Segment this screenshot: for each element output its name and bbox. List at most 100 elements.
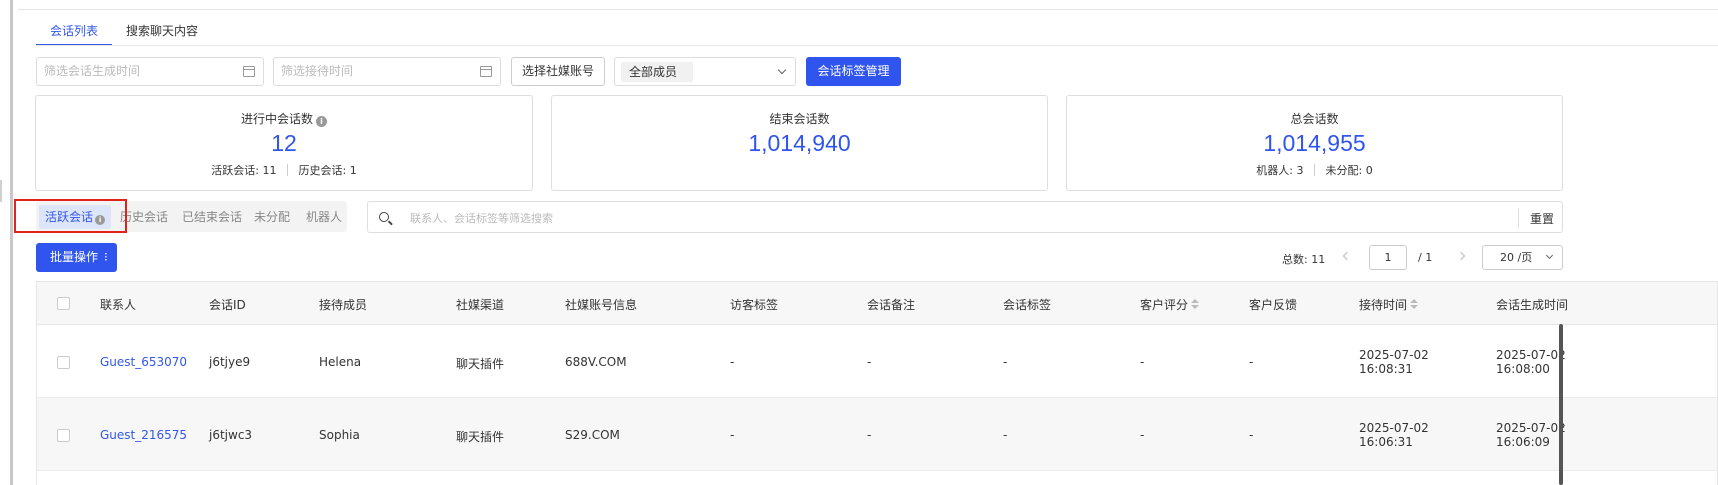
member-select[interactable]: 全部成员 — [614, 57, 796, 86]
chevron-down-icon — [777, 65, 787, 75]
next-page-icon[interactable] — [1456, 251, 1466, 261]
total-title: 总会话数 — [1290, 112, 1339, 126]
tab-session-list[interactable]: 会话列表 — [36, 18, 113, 46]
reception-time-placeholder: 筛选接待时间 — [281, 64, 354, 78]
ended-value: 1,014,940 — [748, 130, 851, 156]
total-stat-card: 总会话数 1,014,955 机器人: 3 未分配: 0 — [1066, 95, 1563, 191]
active-value: 11 — [262, 164, 277, 177]
feedback: - — [1249, 355, 1254, 369]
pagination-total: 总数: 11 — [1282, 251, 1325, 267]
col-visitor-tag: 访客标签 — [730, 298, 779, 312]
batch-action-button[interactable]: 批量操作 ⁝ — [36, 243, 117, 272]
note: - — [867, 428, 872, 442]
page-size-select[interactable]: 20 /页 — [1482, 245, 1563, 270]
robot-label: 机器人: — [1256, 164, 1293, 177]
col-reception-time[interactable]: 接待时间 — [1359, 296, 1419, 313]
reception-clock: 16:06:31 — [1359, 435, 1413, 449]
table-row[interactable]: Guest_216575 j6tjwc3 Sophia 聊天插件 S29.COM… — [37, 398, 1717, 471]
top-divider — [18, 9, 1718, 10]
col-feedback: 客户反馈 — [1249, 298, 1298, 312]
unassigned-label: 未分配: — [1325, 164, 1363, 177]
sort-icon[interactable] — [1410, 299, 1419, 310]
contact-link[interactable]: Guest_216575 — [100, 428, 187, 442]
prev-page-icon[interactable] — [1342, 251, 1352, 261]
ongoing-title-text: 进行中会话数 — [240, 112, 313, 126]
left-rail — [0, 0, 13, 485]
active-label: 活跃会话: — [211, 164, 259, 177]
search-bar[interactable]: 联系人、会话标签等筛选搜索 重置 — [367, 201, 1563, 233]
search-icon — [379, 212, 389, 222]
table-header: 联系人 会话ID 接待成员 社媒渠道 社媒账号信息 访客标签 会话备注 会话标签… — [37, 282, 1717, 325]
tab-search-chat[interactable]: 搜索聊天内容 — [112, 18, 212, 46]
feedback: - — [1249, 428, 1254, 442]
segment-ended[interactable]: 已结束会话 — [182, 205, 242, 229]
sort-icon[interactable] — [1191, 299, 1200, 310]
created-time-placeholder: 筛选会话生成时间 — [44, 64, 141, 78]
created-clock: 16:06:09 — [1496, 435, 1550, 449]
rating: - — [1140, 428, 1145, 442]
col-rating[interactable]: 客户评分 — [1140, 296, 1200, 313]
account: 688V.COM — [565, 355, 627, 369]
more-icon: ⁝ — [104, 250, 108, 264]
table-scrollbar[interactable] — [1559, 324, 1563, 485]
reception-time-filter[interactable]: 筛选接待时间 — [273, 57, 501, 86]
session-tag: - — [1003, 355, 1008, 369]
reception-clock: 16:08:31 — [1359, 362, 1413, 376]
visitor-tag: - — [730, 428, 735, 442]
visitor-tag: - — [730, 355, 735, 369]
rail-handle[interactable] — [0, 180, 2, 202]
col-session-id: 会话ID — [209, 298, 246, 312]
created-time-filter[interactable]: 筛选会话生成时间 — [36, 57, 264, 86]
info-icon[interactable]: i — [316, 116, 327, 127]
reception-date: 2025-07-02 — [1359, 348, 1429, 362]
page-size-value: 20 /页 — [1500, 251, 1533, 264]
member-select-value: 全部成员 — [621, 62, 693, 82]
session-tag: - — [1003, 428, 1008, 442]
reception-time: 2025-07-02 16:06:31 — [1359, 421, 1429, 449]
ongoing-sub: 活跃会话: 11 历史会话: 1 — [36, 162, 532, 178]
member: Helena — [319, 355, 362, 369]
col-member: 接待成员 — [319, 298, 368, 312]
history-label: 历史会话: — [298, 164, 347, 177]
highlight-box — [14, 199, 127, 233]
select-all-checkbox[interactable] — [57, 297, 70, 310]
col-rating-label: 客户评分 — [1140, 298, 1189, 312]
social-account-button[interactable]: 选择社媒账号 — [511, 57, 605, 86]
unassigned-value: 0 — [1365, 164, 1373, 177]
calendar-icon — [243, 66, 255, 77]
total-count: 11 — [1311, 253, 1326, 266]
channel: 聊天插件 — [456, 430, 505, 444]
reset-button[interactable]: 重置 — [1530, 210, 1554, 227]
chevron-down-icon — [1545, 251, 1554, 260]
total-sub: 机器人: 3 未分配: 0 — [1067, 162, 1562, 178]
channel: 聊天插件 — [456, 357, 505, 371]
created-date: 2025-07-02 — [1496, 348, 1566, 362]
reception-time: 2025-07-02 16:08:31 — [1359, 348, 1429, 376]
segment-robot[interactable]: 机器人 — [306, 205, 342, 229]
segment-unassigned[interactable]: 未分配 — [254, 205, 290, 229]
table-row[interactable]: Guest_653070 j6tjye9 Helena 聊天插件 688V.CO… — [37, 325, 1717, 398]
member: Sophia — [319, 428, 360, 442]
account: S29.COM — [565, 428, 620, 442]
session-id: j6tjye9 — [209, 355, 251, 369]
segment-history[interactable]: 历史会话 — [120, 205, 168, 229]
col-reception-time-label: 接待时间 — [1359, 298, 1408, 312]
row-checkbox[interactable] — [57, 356, 70, 369]
row-checkbox[interactable] — [57, 429, 70, 442]
search-input[interactable]: 联系人、会话标签等筛选搜索 — [410, 210, 553, 226]
page-input[interactable]: 1 — [1369, 245, 1407, 270]
session-table: 联系人 会话ID 接待成员 社媒渠道 社媒账号信息 访客标签 会话备注 会话标签… — [36, 281, 1718, 485]
history-value: 1 — [349, 164, 357, 177]
col-session-tag: 会话标签 — [1003, 298, 1052, 312]
view-tabs: 会话列表 搜索聊天内容 — [36, 18, 212, 46]
divider — [1314, 164, 1315, 176]
contact-link[interactable]: Guest_653070 — [100, 355, 187, 369]
created-time: 2025-07-02 16:06:09 — [1496, 421, 1566, 449]
col-contact: 联系人 — [100, 298, 137, 312]
divider — [287, 164, 288, 176]
total-value: 1,014,955 — [1263, 130, 1366, 156]
total-label: 总数: — [1282, 253, 1308, 266]
rail-border — [10, 0, 13, 485]
created-date: 2025-07-02 — [1496, 421, 1566, 435]
tag-manage-button[interactable]: 会话标签管理 — [806, 57, 901, 86]
